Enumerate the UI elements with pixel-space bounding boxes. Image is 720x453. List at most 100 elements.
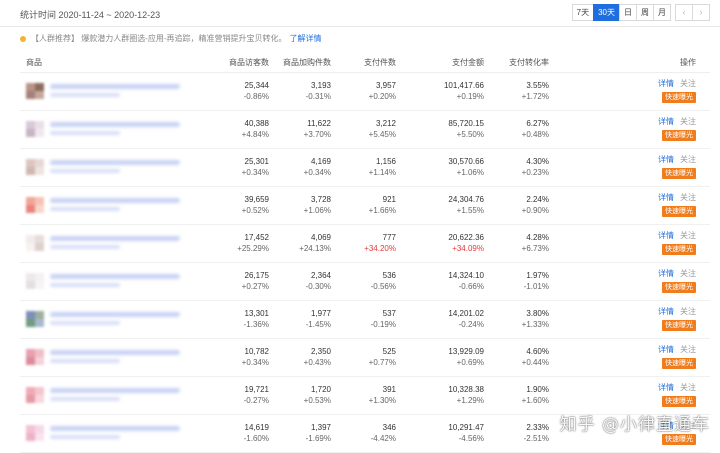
product-thumbnail[interactable] bbox=[26, 235, 44, 251]
product-thumbnail[interactable] bbox=[26, 349, 44, 365]
col-conversion[interactable]: 支付转化率 bbox=[509, 57, 549, 68]
visitors-value: 19,721 bbox=[244, 385, 269, 394]
product-title-blurred[interactable] bbox=[50, 160, 180, 165]
detail-link[interactable]: 详情 bbox=[658, 269, 674, 278]
pay-count-value: 3,957 bbox=[375, 81, 396, 90]
conversion-cell: 3.80% +1.33% bbox=[522, 309, 549, 330]
cart-value: 11,622 bbox=[307, 119, 331, 128]
pay-count-cell: 537 -0.19% bbox=[371, 309, 396, 330]
detail-link[interactable]: 详情 bbox=[658, 193, 674, 202]
detail-link[interactable]: 详情 bbox=[658, 231, 674, 240]
thumb-block bbox=[35, 205, 44, 213]
conversion-change: +1.33% bbox=[521, 320, 549, 329]
quick-exposure-button[interactable]: 快速曝光 bbox=[662, 168, 696, 179]
cart-change: -1.45% bbox=[305, 320, 331, 329]
thumb-block bbox=[26, 433, 35, 441]
product-thumbnail[interactable] bbox=[26, 311, 44, 327]
quick-exposure-button[interactable]: 快速曝光 bbox=[662, 434, 696, 445]
visitors-cell: 40,388 +4.84% bbox=[242, 119, 269, 140]
quick-exposure-button[interactable]: 快速曝光 bbox=[662, 244, 696, 255]
col-actions: 操作 bbox=[680, 58, 696, 67]
product-title-blurred[interactable] bbox=[50, 312, 180, 317]
conversion-change: +1.60% bbox=[521, 396, 549, 405]
detail-link[interactable]: 详情 bbox=[658, 79, 674, 88]
quick-exposure-button[interactable]: 快速曝光 bbox=[662, 396, 696, 407]
cart-value: 1,720 bbox=[310, 385, 331, 394]
quick-exposure-button[interactable]: 快速曝光 bbox=[662, 282, 696, 293]
range-week-button[interactable]: 周 bbox=[636, 4, 654, 21]
follow-link[interactable]: 关注 bbox=[680, 307, 696, 316]
col-cart[interactable]: 商品加购件数 bbox=[283, 57, 331, 68]
quick-exposure-button[interactable]: 快速曝光 bbox=[662, 130, 696, 141]
pay-amount-cell: 13,929.09 +0.69% bbox=[448, 347, 484, 368]
detail-link[interactable]: 详情 bbox=[658, 307, 674, 316]
product-thumbnail[interactable] bbox=[26, 83, 44, 99]
pay-amount-change: -0.24% bbox=[458, 320, 484, 329]
table-row: 25,301 +0.34% 4,169 +0.34% 1,156 +1.14% 30,570… bbox=[20, 149, 710, 187]
thumb-block bbox=[26, 349, 35, 357]
learn-more-link[interactable]: 了解详情 bbox=[290, 33, 322, 44]
product-thumbnail[interactable] bbox=[26, 387, 44, 403]
range-month-button[interactable]: 月 bbox=[653, 4, 671, 21]
product-title-blurred[interactable] bbox=[50, 84, 180, 89]
quick-exposure-button[interactable]: 快速曝光 bbox=[662, 358, 696, 369]
pay-count-change: -0.56% bbox=[370, 282, 396, 291]
conversion-cell: 6.27% +0.48% bbox=[522, 119, 549, 140]
detail-link[interactable]: 详情 bbox=[658, 345, 674, 354]
quick-exposure-button[interactable]: 快速曝光 bbox=[662, 206, 696, 217]
pay-count-change: +1.30% bbox=[368, 396, 396, 405]
detail-link[interactable]: 详情 bbox=[658, 117, 674, 126]
product-thumbnail[interactable] bbox=[26, 273, 44, 289]
chevron-left-icon[interactable]: ‹ bbox=[675, 4, 693, 21]
cart-value: 4,069 bbox=[310, 233, 331, 242]
product-thumbnail[interactable] bbox=[26, 121, 44, 137]
thumb-block bbox=[26, 205, 35, 213]
col-pay-count[interactable]: 支付件数 bbox=[364, 57, 396, 68]
follow-link[interactable]: 关注 bbox=[680, 117, 696, 126]
product-title-blurred[interactable] bbox=[50, 122, 180, 127]
product-title-blurred[interactable] bbox=[50, 388, 180, 393]
product-title-blurred[interactable] bbox=[50, 426, 180, 431]
date-range-label: 统计时间 2020-11-24 ~ 2020-12-23 bbox=[20, 10, 161, 20]
crowd-recommend-tip: 【人群推荐】 爆款潜力人群圈选-应用-再追踪，精准营销提升宝贝转化。 了解详情 bbox=[20, 33, 322, 44]
visitors-cell: 19,721 -0.27% bbox=[244, 385, 269, 406]
col-pay-amount[interactable]: 支付金额 bbox=[452, 57, 484, 68]
product-subtitle-blurred bbox=[50, 93, 120, 97]
chevron-right-icon[interactable]: › bbox=[692, 4, 710, 21]
detail-link[interactable]: 详情 bbox=[658, 155, 674, 164]
quick-exposure-button[interactable]: 快速曝光 bbox=[662, 320, 696, 331]
product-subtitle-blurred bbox=[50, 131, 120, 135]
detail-link[interactable]: 详情 bbox=[658, 383, 674, 392]
range-day-button[interactable]: 日 bbox=[619, 4, 637, 21]
follow-link[interactable]: 关注 bbox=[680, 269, 696, 278]
follow-link[interactable]: 关注 bbox=[680, 155, 696, 164]
tip-dot-icon bbox=[20, 35, 26, 42]
follow-link[interactable]: 关注 bbox=[680, 79, 696, 88]
product-thumbnail[interactable] bbox=[26, 425, 44, 441]
pay-count-change: -0.19% bbox=[370, 320, 396, 329]
col-visitors[interactable]: 商品访客数 bbox=[229, 57, 269, 68]
follow-link[interactable]: 关注 bbox=[680, 193, 696, 202]
action-links: 详情 关注 bbox=[656, 193, 696, 203]
product-thumbnail[interactable] bbox=[26, 197, 44, 213]
thumb-block bbox=[35, 197, 44, 205]
pay-amount-change: +0.69% bbox=[456, 358, 484, 367]
range-30d-button[interactable]: 30天 bbox=[593, 4, 620, 21]
visitors-cell: 10,782 +0.34% bbox=[242, 347, 269, 368]
product-title-blurred[interactable] bbox=[50, 198, 180, 203]
pay-count-value: 921 bbox=[382, 195, 396, 204]
product-subtitle-blurred bbox=[50, 283, 120, 287]
follow-link[interactable]: 关注 bbox=[680, 231, 696, 240]
pay-amount-value: 101,417.66 bbox=[443, 81, 484, 90]
product-thumbnail[interactable] bbox=[26, 159, 44, 175]
range-7d-button[interactable]: 7天 bbox=[571, 4, 595, 21]
product-title-blurred[interactable] bbox=[50, 350, 180, 355]
follow-link[interactable]: 关注 bbox=[680, 383, 696, 392]
product-title-blurred[interactable] bbox=[50, 236, 180, 241]
row-actions: 详情 关注快速曝光 bbox=[656, 383, 696, 407]
visitors-cell: 14,619 -1.60% bbox=[244, 423, 269, 444]
follow-link[interactable]: 关注 bbox=[680, 345, 696, 354]
cart-change: +3.70% bbox=[303, 130, 331, 139]
quick-exposure-button[interactable]: 快速曝光 bbox=[662, 92, 696, 103]
product-title-blurred[interactable] bbox=[50, 274, 180, 279]
